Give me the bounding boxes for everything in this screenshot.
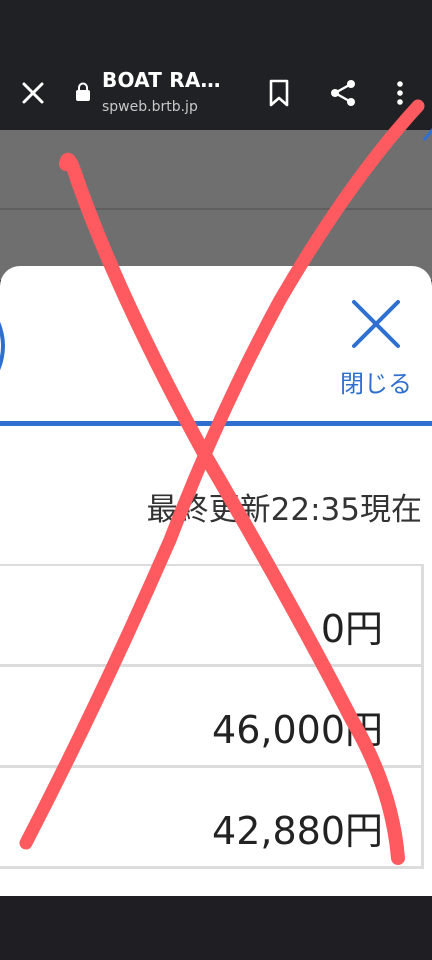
lock-icon — [76, 82, 90, 101]
close-icon[interactable] — [18, 78, 48, 108]
close-icon — [352, 300, 400, 348]
amount-value: 0円 — [320, 607, 383, 651]
close-label: 閉じる — [340, 370, 412, 398]
last-updated-text: 最終更新22:35現在 — [146, 492, 422, 528]
backdrop-partial-glyph — [422, 128, 432, 141]
table-row: 46,000円 — [0, 667, 424, 768]
dimmed-page-backdrop — [0, 130, 432, 280]
page-title[interactable]: BOAT RA… — [102, 68, 221, 92]
amount-value: 42,880円 — [212, 809, 383, 853]
more-vert-icon[interactable] — [392, 78, 408, 108]
payout-table: 0円 46,000円 42,880円 — [0, 564, 424, 869]
browser-toolbar: BOAT RA… spweb.brtb.jp — [0, 0, 432, 130]
system-navigation-bar — [0, 896, 432, 960]
page-url[interactable]: spweb.brtb.jp — [102, 99, 198, 115]
backdrop-divider — [0, 208, 432, 210]
table-row: 0円 — [0, 566, 424, 667]
table-row: 42,880円 — [0, 768, 424, 869]
header-divider — [0, 421, 432, 426]
partial-heading-glyph — [0, 321, 5, 371]
modal-close-button[interactable]: 閉じる — [328, 296, 424, 400]
amount-value: 46,000円 — [212, 708, 383, 752]
bookmark-icon[interactable] — [266, 78, 292, 108]
share-icon[interactable] — [327, 78, 359, 108]
